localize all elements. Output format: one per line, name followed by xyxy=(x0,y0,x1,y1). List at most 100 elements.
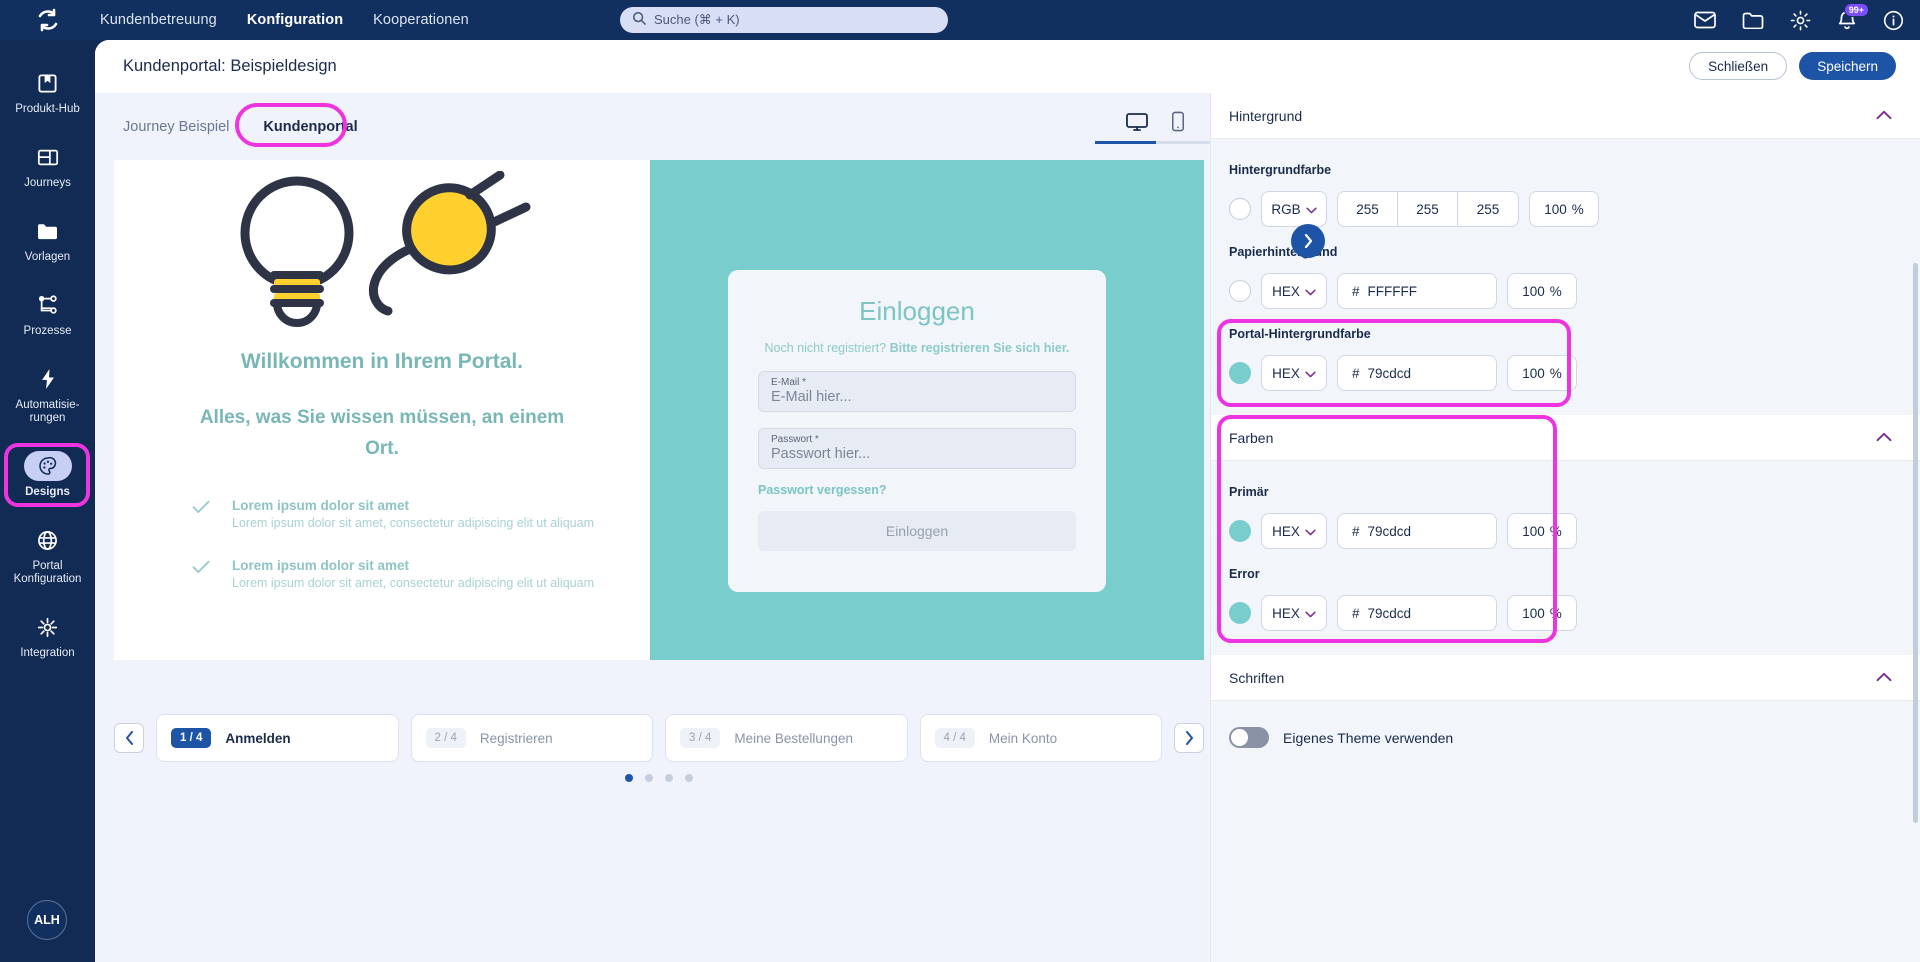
section-header-schriften[interactable]: Schriften xyxy=(1211,655,1920,701)
email-field[interactable]: E-Mail * E-Mail hier... xyxy=(758,371,1076,412)
step-label: Mein Konto xyxy=(988,730,1058,746)
rgb-g-input[interactable]: 255 xyxy=(1398,192,1458,226)
mail-icon[interactable] xyxy=(1694,11,1716,29)
pagination-dot[interactable] xyxy=(685,774,693,782)
gear-icon[interactable] xyxy=(1790,10,1811,31)
sidebar-item-vorlagen[interactable]: Vorlagen xyxy=(0,216,95,264)
sidebar-item-portal-konfiguration[interactable]: Portal Konfiguration xyxy=(0,525,95,586)
sidebar-item-designs[interactable]: Designs xyxy=(0,443,95,507)
hex-value: 79cdcd xyxy=(1367,365,1412,381)
alpha-value: 100 xyxy=(1522,283,1545,299)
color-mode-select-hex[interactable]: HEX xyxy=(1261,595,1327,631)
top-nav-item-kundenbetreuung[interactable]: Kundenbetreuung xyxy=(100,12,217,28)
section-title: Hintergrund xyxy=(1229,107,1303,124)
field-label-papierhintergrund: Papierhintergrund xyxy=(1229,245,1338,259)
sidebar-item-label: Automatisie- rungen xyxy=(15,399,80,424)
email-placeholder: E-Mail hier... xyxy=(771,389,852,405)
hex-value: 79cdcd xyxy=(1367,605,1412,621)
tab-kundenportal[interactable]: Kundenportal xyxy=(235,103,358,147)
bell-icon[interactable]: 99+ xyxy=(1837,2,1869,31)
lightbulb-plug-illustration xyxy=(114,166,650,336)
field-label-hintergrundfarbe: Hintergrundfarbe xyxy=(1229,163,1332,177)
top-nav-item-konfiguration[interactable]: Konfiguration xyxy=(247,12,343,28)
alpha-input[interactable]: 100 % xyxy=(1507,595,1577,631)
login-submit-button[interactable]: Einloggen xyxy=(758,511,1076,551)
monitor-icon[interactable] xyxy=(1125,112,1149,137)
color-swatch[interactable] xyxy=(1229,198,1251,220)
alpha-input[interactable]: 100 % xyxy=(1507,513,1577,549)
step-card-meine-bestellungen[interactable]: 3 / 4 Meine Bestellungen xyxy=(665,714,908,762)
info-icon[interactable] xyxy=(1883,10,1904,31)
color-swatch[interactable] xyxy=(1229,280,1251,302)
alpha-value: 100 xyxy=(1522,365,1545,381)
hex-input[interactable]: # 79cdcd xyxy=(1337,595,1497,631)
prev-step-button[interactable] xyxy=(114,723,144,753)
top-nav-item-kooperationen[interactable]: Kooperationen xyxy=(373,12,469,28)
sidebar-item-produkt-hub[interactable]: Produkt-Hub xyxy=(0,68,95,116)
sidebar-item-integration[interactable]: Integration xyxy=(0,612,95,660)
hex-input[interactable]: # FFFFFF xyxy=(1337,273,1497,309)
hex-input[interactable]: # 79cdcd xyxy=(1337,513,1497,549)
color-swatch[interactable] xyxy=(1229,362,1251,384)
color-mode-select-rgb[interactable]: RGB xyxy=(1261,191,1327,227)
process-tree-icon xyxy=(28,290,68,320)
top-nav: Kundenbetreuung Konfiguration Kooperatio… xyxy=(100,12,469,28)
step-card-anmelden[interactable]: 1 / 4 Anmelden xyxy=(156,714,399,762)
register-link[interactable]: Bitte registrieren Sie sich hier. xyxy=(890,341,1070,355)
hex-hash: # xyxy=(1352,605,1360,621)
close-button[interactable]: Schließen xyxy=(1689,52,1788,80)
device-underline xyxy=(1095,141,1215,144)
step-card-registrieren[interactable]: 2 / 4 Registrieren xyxy=(410,714,653,762)
sidebar-item-journeys[interactable]: Journeys xyxy=(0,142,95,190)
app-logo[interactable] xyxy=(0,0,95,40)
pagination-dot[interactable] xyxy=(625,774,633,782)
hex-value: FFFFFF xyxy=(1367,283,1417,299)
section-header-hintergrund[interactable]: Hintergrund xyxy=(1211,93,1920,139)
phone-icon[interactable] xyxy=(1171,111,1185,137)
avatar[interactable]: ALH xyxy=(27,900,67,940)
lightning-icon xyxy=(28,364,68,394)
next-step-button[interactable] xyxy=(1174,723,1204,753)
tab-journey-beispiel[interactable]: Journey Beispiel xyxy=(123,119,229,135)
color-mode-select-hex[interactable]: HEX xyxy=(1261,513,1327,549)
pagination-dot[interactable] xyxy=(645,774,653,782)
alpha-input[interactable]: 100 % xyxy=(1507,355,1577,391)
palette-icon xyxy=(23,451,72,481)
list-item-desc: Lorem ipsum dolor sit amet, consectetur … xyxy=(232,576,594,590)
device-toggle xyxy=(1095,107,1215,144)
top-bar: Kundenbetreuung Konfiguration Kooperatio… xyxy=(0,0,1920,40)
color-mode-select-hex[interactable]: HEX xyxy=(1261,355,1327,391)
step-counter: 1 / 4 xyxy=(171,728,212,748)
color-mode-value: HEX xyxy=(1272,605,1300,621)
preview-welcome-heading: Willkommen in Ihrem Portal. xyxy=(240,350,524,373)
section-title: Schriften xyxy=(1229,669,1285,686)
collapse-panel-button[interactable] xyxy=(1291,224,1325,258)
alpha-input[interactable]: 100 % xyxy=(1529,191,1599,227)
list-item: Lorem ipsum dolor sit amet Lorem ipsum d… xyxy=(192,498,650,530)
color-mode-value: HEX xyxy=(1272,283,1300,299)
folder-icon[interactable] xyxy=(1742,11,1764,29)
portal-preview: Willkommen in Ihrem Portal. Alles, was S… xyxy=(114,160,1204,660)
forgot-password-link[interactable]: Passwort vergessen? xyxy=(758,483,1076,497)
color-swatch[interactable] xyxy=(1229,520,1251,542)
rgb-b-input[interactable]: 255 xyxy=(1458,192,1518,226)
color-mode-select-hex[interactable]: HEX xyxy=(1261,273,1327,309)
password-field[interactable]: Passwort * Passwort hier... xyxy=(758,428,1076,469)
rgb-r-input[interactable]: 255 xyxy=(1338,192,1398,226)
pagination-dot[interactable] xyxy=(665,774,673,782)
check-icon xyxy=(192,498,210,530)
hex-input[interactable]: # 79cdcd xyxy=(1337,355,1497,391)
panel-scrollbar[interactable] xyxy=(1913,263,1918,823)
sidebar-item-automatisierungen[interactable]: Automatisie- rungen xyxy=(0,364,95,425)
eigenes-theme-toggle[interactable] xyxy=(1229,727,1269,748)
header-actions: Schließen Speichern xyxy=(1689,52,1896,80)
step-card-mein-konto[interactable]: 4 / 4 Mein Konto xyxy=(919,714,1162,762)
save-button[interactable]: Speichern xyxy=(1799,52,1896,80)
alpha-input[interactable]: 100 % xyxy=(1507,273,1577,309)
section-header-farben[interactable]: Farben xyxy=(1211,415,1920,461)
color-row-primaer: HEX # 79cdcd 100 % xyxy=(1229,513,1902,549)
search-input[interactable]: Suche (⌘ + K) xyxy=(620,7,948,33)
color-swatch[interactable] xyxy=(1229,602,1251,624)
preview-left-column: Willkommen in Ihrem Portal. Alles, was S… xyxy=(114,160,650,660)
sidebar-item-prozesse[interactable]: Prozesse xyxy=(0,290,95,338)
